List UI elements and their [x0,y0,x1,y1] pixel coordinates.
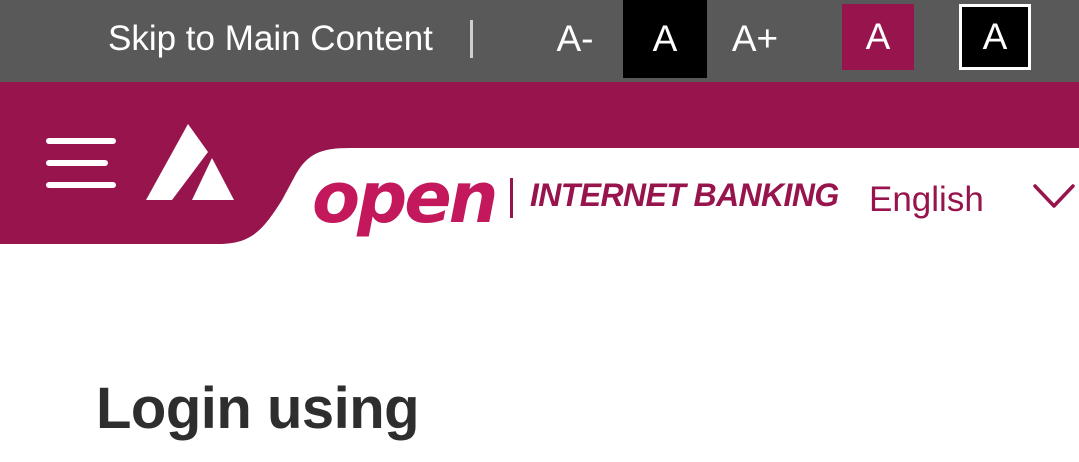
theme-high-contrast-button[interactable]: A [959,4,1031,70]
accessibility-toolbar: Skip to Main Content A- A A+ A A [0,0,1079,82]
open-logo: open [312,157,499,239]
font-decrease-button[interactable]: A- [540,0,610,78]
site-header: open INTERNET BANKING English [0,82,1079,244]
chevron-down-icon[interactable] [1032,182,1076,212]
axis-bank-logo-icon[interactable] [146,124,236,200]
page: Skip to Main Content A- A A+ A A open IN… [0,0,1079,462]
language-select-value[interactable]: English [869,178,984,222]
skip-to-main-content-link[interactable]: Skip to Main Content [108,0,433,78]
product-name: INTERNET BANKING [530,177,839,213]
font-normal-button[interactable]: A [623,0,707,78]
logo-divider [510,178,513,218]
menu-hamburger-icon[interactable] [46,138,116,188]
toolbar-divider [470,20,473,58]
font-increase-button[interactable]: A+ [720,0,790,78]
theme-default-button[interactable]: A [842,4,914,70]
page-title: Login using [96,376,420,441]
